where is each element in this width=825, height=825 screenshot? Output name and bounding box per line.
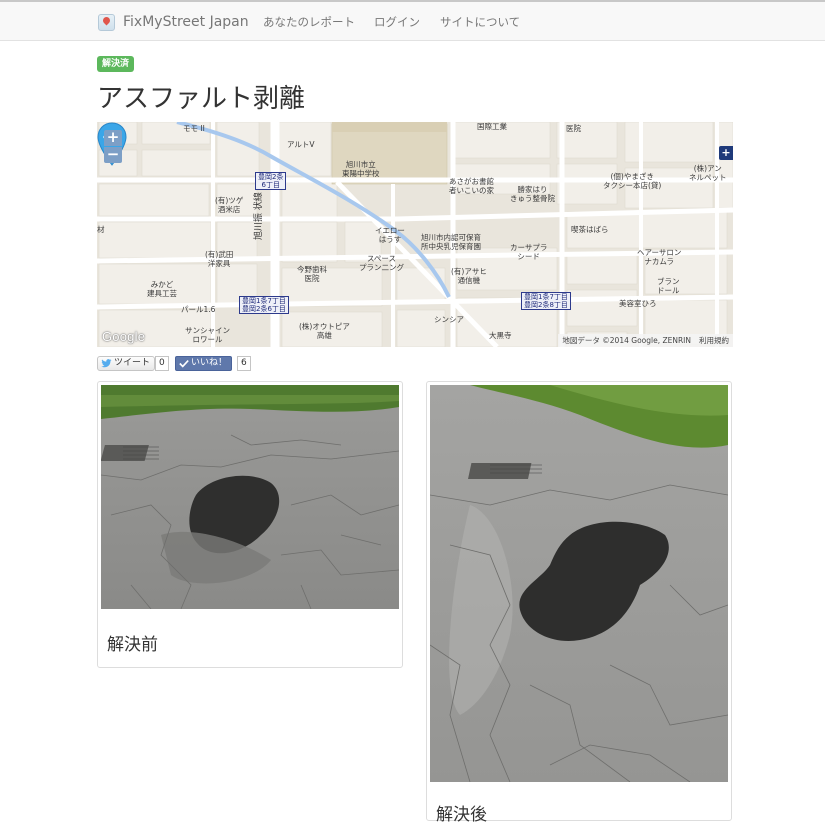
photo-caption-after: 解決後 [436,805,487,825]
map-label-yellow: イエロー はうす [375,226,405,244]
map-label-annerpet: (株)アン ネルペット [689,164,727,182]
map-address-sign: 豊岡1条7丁目 豊岡2条8丁目 [521,292,571,310]
report-title: アスファルト剥離 [97,84,306,114]
tweet-label: ツイート [114,358,151,368]
tweet-count: 0 [155,356,169,371]
map-label-moto: モモ II [183,124,205,133]
photo-card-after: 解決後 [426,381,732,825]
like-count: 6 [237,356,251,371]
map-label-otopia: (株)オウトピア 高雄 [299,322,350,340]
map-label-sunshine: サンシャイン ロワール [185,326,230,344]
zoom-in-button[interactable]: + [104,130,122,146]
photo-card-before: 解決前 [97,381,403,668]
twitter-bird-icon [101,359,112,368]
map-label-hoikusho: 旭川市内認可保育 所中央乳児保育園 [421,233,481,251]
navbar: FixMyStreet Japan あなたのレポート ログイン サイトについて [0,0,825,41]
map-label-akiba: あさがお書館 者いこいの家 [449,177,494,195]
after-photo[interactable] [430,385,728,782]
brand-link[interactable]: FixMyStreet Japan [98,11,249,33]
map-address-sign: 豊岡2条 6丁目 [255,172,287,190]
map-label-daikokuji: 大黒寺 [489,331,512,340]
nav-your-reports[interactable]: あなたのレポート [263,14,355,30]
map-plus-icon[interactable]: + [719,146,733,160]
like-button[interactable]: いいね！ [175,356,233,371]
map-label-alto: アルトV [287,140,315,149]
nav-login[interactable]: ログイン [374,14,420,30]
before-photo[interactable] [101,385,399,609]
brand-name: FixMyStreet Japan [123,14,249,30]
map-label-takeda: (有)武田 洋家具 [205,250,234,268]
map-label-biyoshitsu: 美容室ひろ [619,299,657,308]
map-label-railway: 旭川振 状線 [254,192,264,240]
like-label: いいね！ [191,358,228,368]
map-label-katsuya: 勝家はり きゅう整骨院 [510,185,555,203]
map-address-sign: 豊岡1条7丁目 豊岡2条6丁目 [239,296,289,314]
map-label-kokuji: 国際工業 [477,122,507,131]
check-icon [179,360,189,368]
photo-caption-before: 解決前 [107,635,158,655]
map-label-imano: 今野歯科 医院 [297,265,327,283]
map-label-tsuge: (有)ツゲ 酒米店 [215,196,244,214]
tweet-button[interactable]: ツイート [97,356,156,371]
map-label-hairsalon: ヘアーサロン ナカムラ [637,248,682,266]
map-label-brand: ブラン ドール [657,277,680,295]
map-label-mikado: みかど 建具工芸 [147,280,177,298]
terms-link[interactable]: 利用規約 [699,336,729,345]
map-label-school: 旭川市立 東陽中学校 [342,160,380,178]
status-badge: 解決済 [97,56,135,72]
zoom-out-button[interactable]: − [104,147,122,163]
map-label-kissa: 喫茶はばら [571,225,609,234]
nav-about[interactable]: サイトについて [440,14,520,30]
map-label-pearl: パール1.6 [181,305,216,314]
map-attribution: 地図データ ©2014 Google, ZENRIN 利用規約 [558,334,733,347]
map-label-kanazai: 材 [97,225,105,234]
google-logo: Google [102,329,146,344]
map-label-yamazaki: (個)やまざき タクシー本店(貸) [603,172,662,190]
report-map[interactable]: 旭川市立 東陽中学校 アルトV モモ II 国際工業 医院 あさがお書館 者いこ… [97,122,733,347]
map-label-space: スペース プラン二ング [359,254,404,272]
map-data-credit: 地図データ ©2014 Google, ZENRIN [562,336,691,345]
map-label-asahi: (有)アサヒ 通信機 [451,267,487,285]
map-label-shinshia: シンシア [434,315,464,324]
map-label-carsupra: カーサプラ シード [510,243,548,261]
map-label-hospital: 医院 [566,124,581,133]
brand-logo-icon [98,13,115,31]
